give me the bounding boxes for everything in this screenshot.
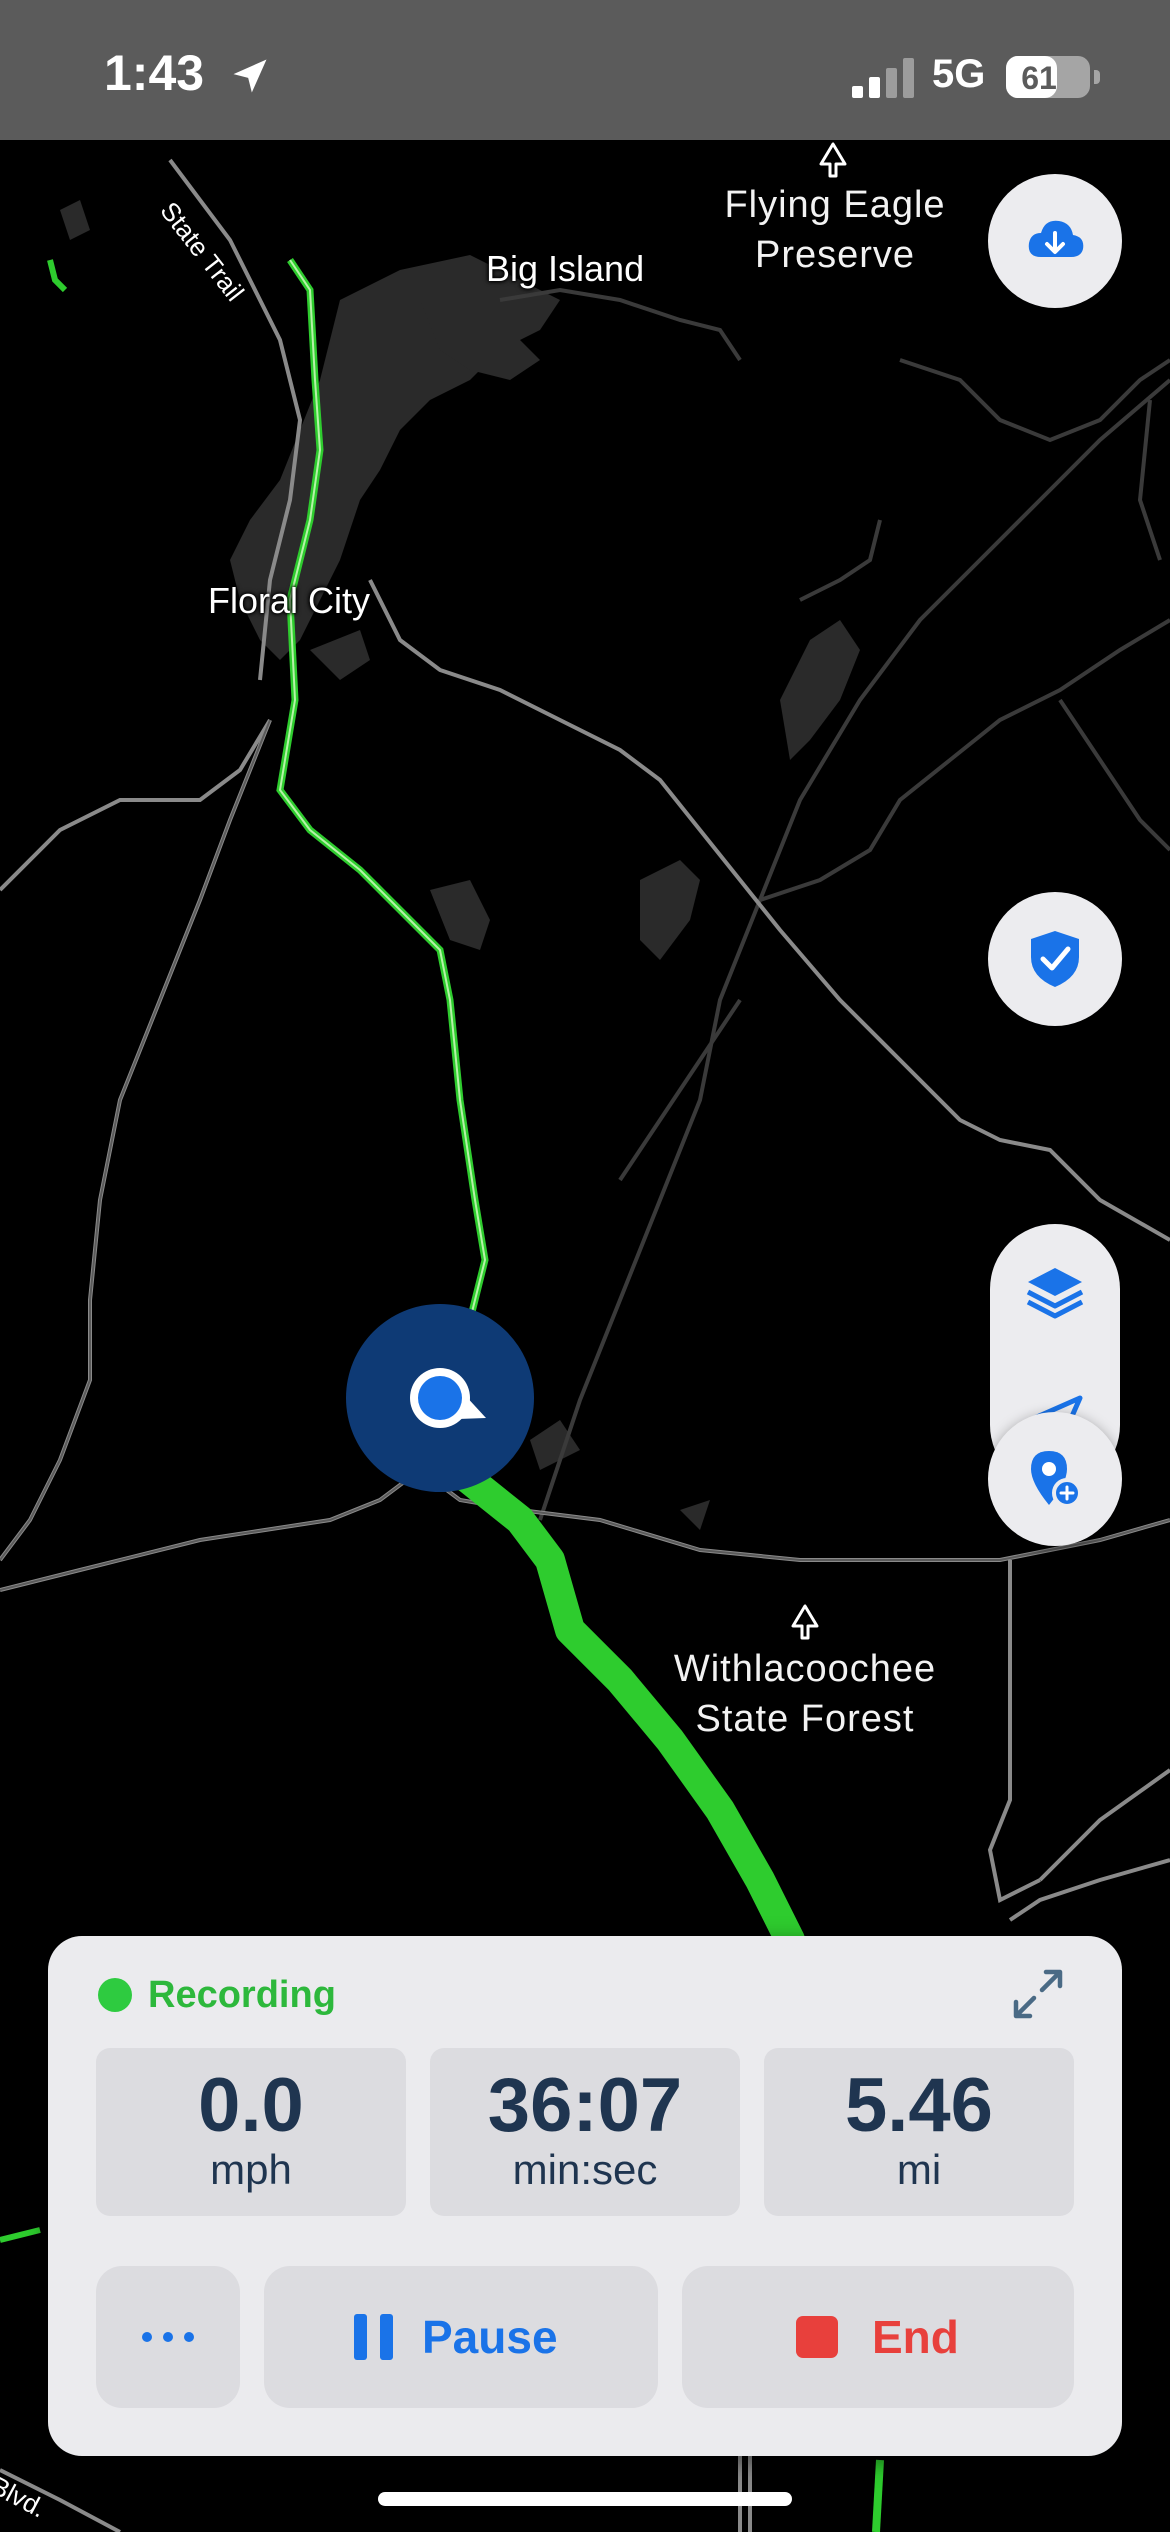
duration-stat: 36:07 min:sec bbox=[430, 2048, 740, 2216]
park-icon bbox=[791, 1604, 819, 1640]
home-indicator[interactable] bbox=[378, 2492, 792, 2506]
stop-icon bbox=[796, 2316, 838, 2358]
end-label: End bbox=[872, 2311, 959, 2363]
shield-check-icon bbox=[1031, 931, 1079, 987]
trail-fragment bbox=[47, 259, 68, 293]
label-floral-city: Floral City bbox=[208, 580, 371, 621]
more-button[interactable] bbox=[96, 2266, 240, 2408]
location-arrow-icon bbox=[233, 59, 267, 93]
signal-icon bbox=[852, 58, 914, 98]
download-map-button[interactable] bbox=[988, 174, 1122, 308]
label-big-island: Big Island bbox=[486, 248, 645, 289]
layers-icon bbox=[1026, 1268, 1084, 1319]
trail-fragment-south bbox=[872, 2459, 884, 2532]
label-withlacoochee-line2: State Forest bbox=[695, 1698, 915, 1740]
speed-value: 0.0 bbox=[198, 2063, 304, 2148]
safety-button[interactable] bbox=[988, 892, 1122, 1026]
label-flying-eagle-line2: Preserve bbox=[754, 234, 916, 276]
duration-value: 36:07 bbox=[487, 2063, 683, 2148]
distance-stat: 5.46 mi bbox=[764, 2048, 1074, 2216]
pause-icon bbox=[354, 2314, 394, 2360]
label-withlacoochee: Withlacoochee State Forest bbox=[640, 1644, 970, 1744]
status-bar: 1:43 5G 61 bbox=[0, 0, 1170, 140]
speed-unit: mph bbox=[210, 2146, 292, 2193]
duration-unit: min:sec bbox=[512, 2146, 658, 2193]
speed-stat: 0.0 mph bbox=[96, 2048, 406, 2216]
more-dots-icon bbox=[142, 2332, 194, 2342]
end-button[interactable]: End bbox=[682, 2266, 1074, 2408]
battery-percent: 61 bbox=[1021, 60, 1057, 96]
recording-panel: Recording 0.0 mph 36:07 min:sec 5.46 mi … bbox=[48, 1936, 1122, 2456]
recording-status: Recording bbox=[148, 1974, 336, 2016]
add-pin-button[interactable] bbox=[988, 1412, 1122, 1546]
distance-unit: mi bbox=[896, 2146, 942, 2193]
trail-fragment-west bbox=[0, 2227, 41, 2243]
battery-icon: 61 bbox=[1006, 56, 1090, 98]
layers-button[interactable] bbox=[990, 1228, 1120, 1358]
label-flying-eagle: Flying Eagle Preserve bbox=[680, 180, 990, 280]
pause-button[interactable]: Pause bbox=[264, 2266, 658, 2408]
add-location-pin-icon bbox=[1031, 1451, 1082, 1508]
cloud-download-icon bbox=[1028, 220, 1084, 257]
park-icon bbox=[819, 142, 847, 178]
distance-value: 5.46 bbox=[845, 2063, 993, 2148]
label-withlacoochee-line1: Withlacoochee bbox=[673, 1648, 937, 1690]
recording-indicator bbox=[98, 1978, 132, 2012]
battery-tip bbox=[1094, 70, 1100, 84]
network-type: 5G bbox=[932, 52, 986, 96]
expand-arrows-icon[interactable] bbox=[1010, 1966, 1066, 2022]
user-location-dot bbox=[418, 1376, 462, 1420]
status-time: 1:43 bbox=[104, 45, 205, 101]
label-flying-eagle-line1: Flying Eagle bbox=[724, 184, 946, 226]
pause-label: Pause bbox=[422, 2311, 558, 2363]
